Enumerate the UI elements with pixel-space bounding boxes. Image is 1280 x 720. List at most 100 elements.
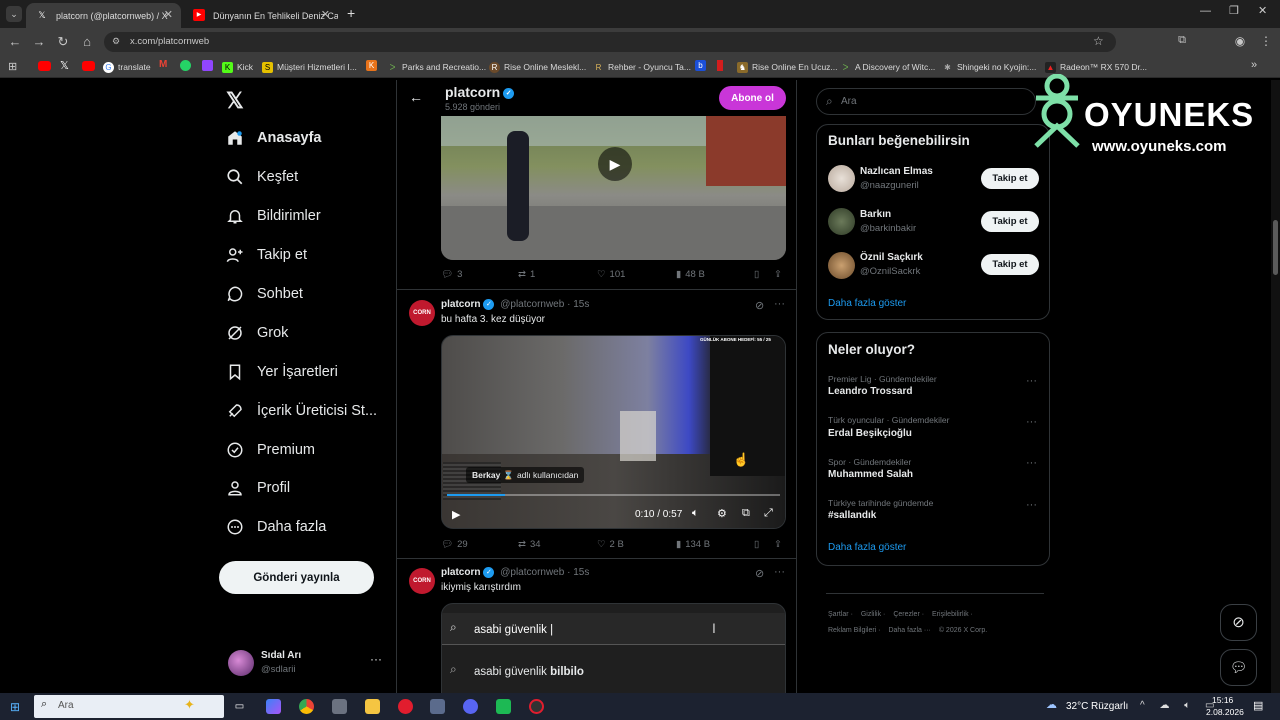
views-button[interactable]: ▮ 134 B: [676, 539, 710, 550]
bookmark-rise-meslek[interactable]: R Rise Online Meslekl...: [489, 60, 586, 74]
youtube-bookmark-icon[interactable]: [82, 61, 95, 71]
search-input[interactable]: ⌕ Ara: [816, 88, 1036, 115]
discord-icon[interactable]: [463, 699, 478, 714]
bookmark-rise-ucuz[interactable]: ♞ Rise Online En Ucuz...: [737, 60, 838, 74]
share-button[interactable]: ⇪: [774, 539, 782, 550]
app-icon[interactable]: [529, 699, 544, 714]
grok-float-button[interactable]: ⊘: [1220, 604, 1257, 641]
pip-icon[interactable]: ⧉: [742, 507, 750, 520]
account-switcher[interactable]: Sıdal Arı @sdlarii ···: [226, 648, 386, 680]
site-info-icon[interactable]: ⚙: [112, 36, 120, 47]
bookmark-parks[interactable]: ᐳ Parks and Recreatio...: [387, 60, 487, 74]
suggestion-name[interactable]: Barkın: [860, 209, 891, 220]
follow-button[interactable]: Takip et: [981, 211, 1039, 232]
settings-icon[interactable]: ⚙: [717, 507, 727, 520]
trend-item[interactable]: #sallandık: [828, 510, 876, 521]
trend-more-icon[interactable]: ···: [1026, 499, 1037, 511]
play-icon[interactable]: ▶: [598, 147, 632, 181]
nav-chat[interactable]: Sohbet: [226, 280, 303, 308]
retweet-button[interactable]: ⇄ 34: [518, 539, 541, 550]
opera-icon[interactable]: [398, 699, 413, 714]
grok-icon[interactable]: ⊘: [755, 299, 764, 312]
clock-time[interactable]: 15:16: [1212, 695, 1233, 705]
bookmarks-overflow-icon[interactable]: »: [1251, 59, 1257, 71]
play-icon[interactable]: ▶: [452, 508, 460, 521]
views-button[interactable]: ▮ 48 B: [676, 269, 705, 280]
b-icon[interactable]: b: [695, 60, 706, 71]
bookmark-musteri[interactable]: S Müşteri Hizmetleri I...: [262, 60, 357, 74]
app-icon[interactable]: [332, 699, 347, 714]
x-bookmark-icon[interactable]: 𝕏: [60, 59, 69, 72]
scrollbar-thumb[interactable]: [1273, 220, 1278, 275]
notification-icon[interactable]: ▤: [1253, 699, 1263, 712]
gmail-icon[interactable]: M: [159, 59, 167, 70]
menu-icon[interactable]: ⋮: [1258, 34, 1274, 48]
back-arrow-icon[interactable]: ←: [409, 89, 423, 105]
weather-icon[interactable]: ☁: [1046, 698, 1057, 711]
back-icon[interactable]: ←: [7, 34, 23, 49]
suggestion-name[interactable]: Öznil Saçkırk: [860, 252, 923, 263]
home-icon[interactable]: ⌂: [79, 34, 95, 49]
nav-creator-studio[interactable]: İçerik Üreticisi St...: [226, 397, 377, 425]
nav-notifications[interactable]: Bildirimler: [226, 202, 321, 230]
nav-bookmarks[interactable]: Yer İşaretleri: [226, 358, 338, 386]
bookmark-kick[interactable]: K Kick: [222, 60, 253, 74]
like-button[interactable]: ♡ 2 B: [597, 539, 624, 550]
account-more-icon[interactable]: ···: [370, 652, 382, 666]
nav-explore[interactable]: Keşfet: [226, 163, 298, 191]
follow-button[interactable]: Takip et: [981, 168, 1039, 189]
trend-item[interactable]: Erdal Beşikçioğlu: [828, 428, 912, 439]
profile-icon[interactable]: ◉: [1232, 34, 1248, 48]
bookmark-radeon[interactable]: ▲ Radeon™ RX 570 Dr...: [1045, 60, 1147, 74]
show-more-link[interactable]: Daha fazla göster: [828, 542, 906, 553]
nav-more[interactable]: Daha fazla: [226, 513, 326, 541]
subscribe-button[interactable]: Abone ol: [719, 86, 786, 110]
trend-more-icon[interactable]: ···: [1026, 375, 1037, 387]
windows-start-icon[interactable]: ⊞: [10, 700, 20, 714]
minimize-button[interactable]: —: [1200, 5, 1211, 17]
close-tab-icon[interactable]: ✕: [321, 8, 330, 21]
weather-temp[interactable]: 32°C: [1066, 701, 1088, 712]
bookmark-discovery[interactable]: ᐳA Discovery of Witc...: [840, 60, 936, 74]
volume-icon[interactable]: 🔈︎: [692, 507, 699, 520]
post-button[interactable]: Gönderi yayınla: [219, 561, 374, 594]
follow-button[interactable]: Takip et: [981, 254, 1039, 275]
close-tab-icon[interactable]: ✕: [164, 8, 173, 21]
clock-date[interactable]: 2.08.2026: [1206, 707, 1244, 717]
calculator-icon[interactable]: [430, 699, 445, 714]
bookmark-shingeki[interactable]: ✱ Shingeki no Kyojin:...: [942, 60, 1036, 74]
show-more-link[interactable]: Daha fazla göster: [828, 298, 906, 309]
trend-item[interactable]: Muhammed Salah: [828, 469, 913, 480]
bookmark-button[interactable]: ▯: [754, 269, 759, 280]
weather-text[interactable]: Rüzgarlı: [1091, 701, 1128, 712]
twitch-icon[interactable]: [202, 60, 213, 71]
avatar[interactable]: CORN: [409, 568, 435, 594]
nav-grok[interactable]: Grok: [226, 319, 288, 347]
x-logo-icon[interactable]: 𝕏: [226, 88, 244, 114]
whatsapp-icon[interactable]: [180, 60, 191, 71]
url-text[interactable]: x.com/platcornweb: [130, 36, 209, 47]
apps-icon[interactable]: ⊞: [8, 60, 17, 73]
close-window-button[interactable]: ✕: [1258, 4, 1267, 17]
like-button[interactable]: ♡ 101: [597, 269, 625, 280]
nav-profile[interactable]: Profil: [226, 474, 290, 502]
red-bookmark-icon[interactable]: [717, 60, 723, 71]
new-tab-button[interactable]: +: [347, 5, 355, 21]
bookmark-rehber[interactable]: R Rehber - Oyuncu Ta...: [593, 60, 691, 74]
nav-home[interactable]: Anasayfa: [226, 124, 321, 152]
avatar[interactable]: [828, 252, 855, 279]
restore-button[interactable]: ❐: [1229, 4, 1239, 17]
forward-icon[interactable]: →: [31, 34, 47, 49]
taskbar-search[interactable]: ⌕ Ara ✦: [34, 695, 224, 718]
task-view-icon[interactable]: ▭: [232, 699, 247, 714]
fullscreen-icon[interactable]: ⤢: [764, 507, 773, 520]
retweet-button[interactable]: ⇄ 1: [518, 269, 535, 280]
copilot-icon[interactable]: [266, 699, 281, 714]
browser-tab-active[interactable]: 𝕏 platcorn (@platcornweb) / X ✕: [26, 3, 181, 28]
video-player[interactable]: ▶: [441, 116, 786, 260]
nav-follow[interactable]: Takip et: [226, 241, 307, 269]
chat-float-button[interactable]: 💬︎: [1220, 649, 1257, 686]
file-explorer-icon[interactable]: [365, 699, 380, 714]
extensions-icon[interactable]: ⧉: [1174, 34, 1190, 47]
more-icon[interactable]: ···: [774, 298, 785, 310]
